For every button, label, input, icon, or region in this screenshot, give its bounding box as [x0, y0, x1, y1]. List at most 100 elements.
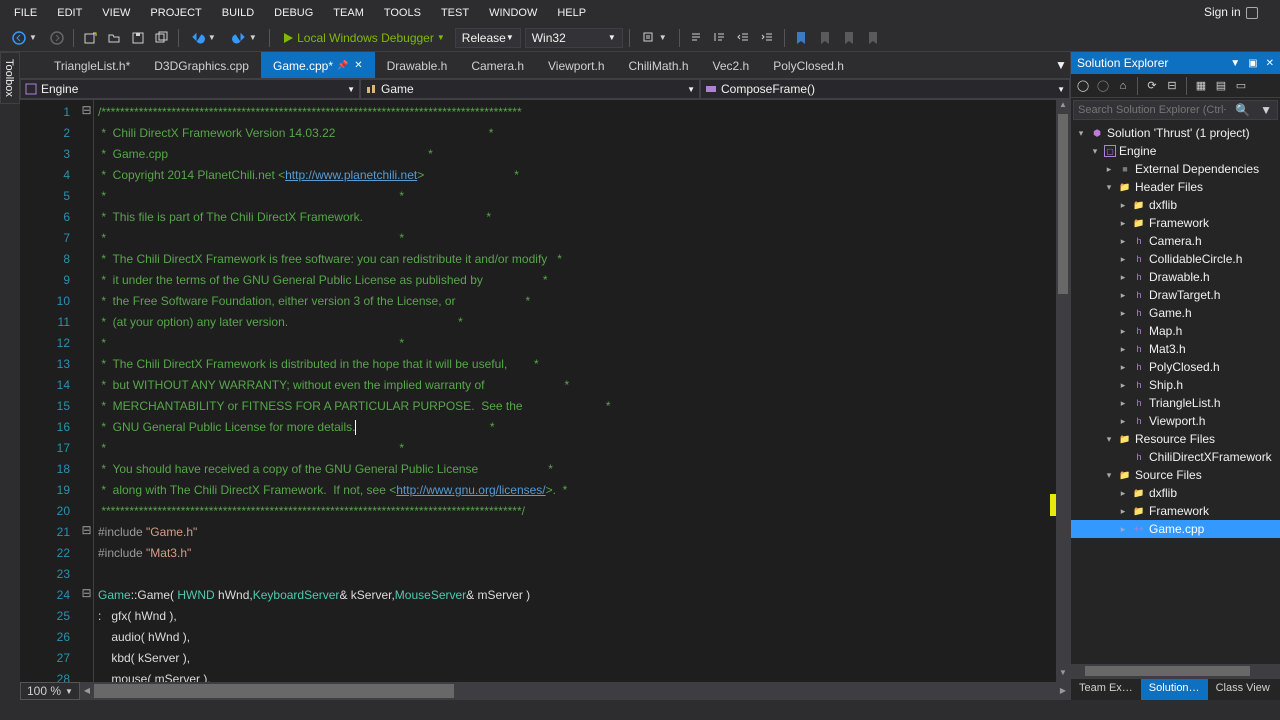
- save-all-button[interactable]: [151, 27, 173, 49]
- doc-tab[interactable]: Camera.h: [459, 52, 536, 78]
- code-line[interactable]: * *: [98, 228, 1070, 249]
- solution-search[interactable]: 🔍 ▼: [1073, 100, 1278, 120]
- search-input[interactable]: [1074, 101, 1230, 119]
- expand-toggle[interactable]: ▸: [1117, 272, 1129, 283]
- panel-hscroll-thumb[interactable]: [1085, 666, 1250, 676]
- folding-margin[interactable]: ⊟⊟⊟: [80, 100, 94, 682]
- expand-toggle[interactable]: ▸: [1117, 524, 1129, 535]
- code-line[interactable]: * the Free Software Foundation, either v…: [98, 291, 1070, 312]
- tree-item[interactable]: ▸ h Viewport.h: [1071, 412, 1280, 430]
- clear-bookmarks-button[interactable]: [862, 27, 884, 49]
- scope-dropdown[interactable]: Engine▼: [20, 79, 360, 99]
- tree-item[interactable]: ▸ h Mat3.h: [1071, 340, 1280, 358]
- member-dropdown[interactable]: ComposeFrame()▼: [700, 79, 1070, 99]
- expand-toggle[interactable]: ▸: [1117, 290, 1129, 301]
- tree-item[interactable]: ▸ 📁 dxflib: [1071, 196, 1280, 214]
- tree-item[interactable]: ▸ h Ship.h: [1071, 376, 1280, 394]
- prev-bookmark-button[interactable]: [814, 27, 836, 49]
- code-line[interactable]: * Chili DirectX Framework Version 14.03.…: [98, 123, 1070, 144]
- tree-item[interactable]: ▸ 📁 Framework: [1071, 214, 1280, 232]
- undo-button[interactable]: ▼: [185, 29, 222, 47]
- next-bookmark-button[interactable]: [838, 27, 860, 49]
- close-icon[interactable]: ✕: [1266, 58, 1274, 69]
- tree-item[interactable]: ▸ h Map.h: [1071, 322, 1280, 340]
- expand-toggle[interactable]: ▸: [1117, 326, 1129, 337]
- expand-toggle[interactable]: ▸: [1117, 236, 1129, 247]
- doc-tab[interactable]: Viewport.h: [536, 52, 616, 78]
- code-content[interactable]: /***************************************…: [94, 100, 1070, 682]
- menu-tools[interactable]: TOOLS: [374, 3, 431, 23]
- tree-item[interactable]: ▾ ▢ Engine: [1071, 142, 1280, 160]
- panel-menu-icon[interactable]: ▼: [1230, 58, 1240, 69]
- code-line[interactable]: * This file is part of The Chili DirectX…: [98, 207, 1070, 228]
- code-line[interactable]: * *: [98, 333, 1070, 354]
- code-line[interactable]: * MERCHANTABILITY or FITNESS FOR A PARTI…: [98, 396, 1070, 417]
- doc-tab[interactable]: ChiliMath.h: [617, 52, 701, 78]
- solution-platform-dropdown[interactable]: Win32▼: [525, 28, 623, 48]
- pin-icon[interactable]: ▣: [1248, 58, 1257, 69]
- expand-toggle[interactable]: ▸: [1117, 200, 1129, 211]
- fold-toggle[interactable]: ⊟: [80, 520, 93, 541]
- tree-item[interactable]: ▸ h TriangleList.h: [1071, 394, 1280, 412]
- expand-toggle[interactable]: ▸: [1117, 506, 1129, 517]
- hscrollbar-thumb[interactable]: [94, 684, 454, 698]
- nav-forward-button[interactable]: [46, 27, 68, 49]
- menu-file[interactable]: FILE: [4, 3, 47, 23]
- expand-toggle[interactable]: ▸: [1117, 488, 1129, 499]
- pin-icon[interactable]: 📌: [337, 60, 348, 71]
- fold-toggle[interactable]: ⊟: [80, 583, 93, 604]
- menu-project[interactable]: PROJECT: [140, 3, 211, 23]
- scrollbar-thumb[interactable]: [1058, 114, 1068, 294]
- menu-build[interactable]: BUILD: [212, 3, 264, 23]
- refresh-button[interactable]: ⟳: [1142, 76, 1162, 96]
- panel-tab[interactable]: Team Ex…: [1071, 679, 1141, 700]
- expand-toggle[interactable]: ▸: [1117, 218, 1129, 229]
- doc-tab[interactable]: D3DGraphics.cpp: [142, 52, 261, 78]
- tree-item[interactable]: ▾ 📁 Source Files: [1071, 466, 1280, 484]
- tree-item[interactable]: ▸ 📁 Framework: [1071, 502, 1280, 520]
- vertical-scrollbar[interactable]: ▲ ▼: [1056, 100, 1070, 682]
- expand-toggle[interactable]: ▸: [1117, 254, 1129, 265]
- code-line[interactable]: * The Chili DirectX Framework is distrib…: [98, 354, 1070, 375]
- tree-item[interactable]: ▸ h Drawable.h: [1071, 268, 1280, 286]
- code-line[interactable]: * Copyright 2014 PlanetChili.net <http:/…: [98, 165, 1070, 186]
- search-icon[interactable]: 🔍: [1230, 103, 1255, 117]
- tree-item[interactable]: ▸ ++ Game.cpp: [1071, 520, 1280, 538]
- search-options-icon[interactable]: ▼: [1255, 103, 1277, 117]
- code-line[interactable]: * but WITHOUT ANY WARRANTY; without even…: [98, 375, 1070, 396]
- horizontal-scrollbar[interactable]: ◀ ▶: [80, 682, 1070, 700]
- bookmark-button[interactable]: [790, 27, 812, 49]
- nav-back-button[interactable]: ▼: [6, 29, 43, 47]
- tree-item[interactable]: h ChiliDirectXFramework: [1071, 448, 1280, 466]
- menu-window[interactable]: WINDOW: [479, 3, 547, 23]
- zoom-dropdown[interactable]: 100 %▼: [20, 682, 80, 700]
- solution-tree[interactable]: ▾ ⬢ Solution 'Thrust' (1 project) ▾ ▢ En…: [1071, 122, 1280, 664]
- code-line[interactable]: #include "Game.h": [98, 522, 1070, 543]
- expand-toggle[interactable]: ▸: [1117, 308, 1129, 319]
- find-button[interactable]: ▼: [636, 29, 673, 47]
- comment-button[interactable]: [685, 27, 707, 49]
- scroll-up-arrow[interactable]: ▲: [1056, 100, 1070, 114]
- panel-hscrollbar[interactable]: [1071, 664, 1280, 678]
- menu-team[interactable]: TEAM: [323, 3, 374, 23]
- collapse-button[interactable]: ⊟: [1162, 76, 1182, 96]
- tree-item[interactable]: ▸ h Game.h: [1071, 304, 1280, 322]
- menu-help[interactable]: HELP: [547, 3, 596, 23]
- code-line[interactable]: * it under the terms of the GNU General …: [98, 270, 1070, 291]
- scroll-left-arrow[interactable]: ◀: [80, 682, 94, 700]
- tree-item[interactable]: ▾ ⬢ Solution 'Thrust' (1 project): [1071, 124, 1280, 142]
- tree-item[interactable]: ▸ ■ External Dependencies: [1071, 160, 1280, 178]
- sign-in-link[interactable]: Sign in: [1204, 5, 1276, 19]
- code-line[interactable]: * *: [98, 186, 1070, 207]
- code-line[interactable]: audio( hWnd ),: [98, 627, 1070, 648]
- code-line[interactable]: * (at your option) any later version. *: [98, 312, 1070, 333]
- code-line[interactable]: * along with The Chili DirectX Framework…: [98, 480, 1070, 501]
- expand-toggle[interactable]: ▾: [1103, 182, 1115, 193]
- open-file-button[interactable]: [103, 27, 125, 49]
- tree-item[interactable]: ▸ h CollidableCircle.h: [1071, 250, 1280, 268]
- expand-toggle[interactable]: ▾: [1075, 128, 1087, 139]
- expand-toggle[interactable]: ▾: [1103, 434, 1115, 445]
- code-line[interactable]: mouse( mServer ),: [98, 669, 1070, 682]
- code-line[interactable]: * You should have received a copy of the…: [98, 459, 1070, 480]
- menu-edit[interactable]: EDIT: [47, 3, 92, 23]
